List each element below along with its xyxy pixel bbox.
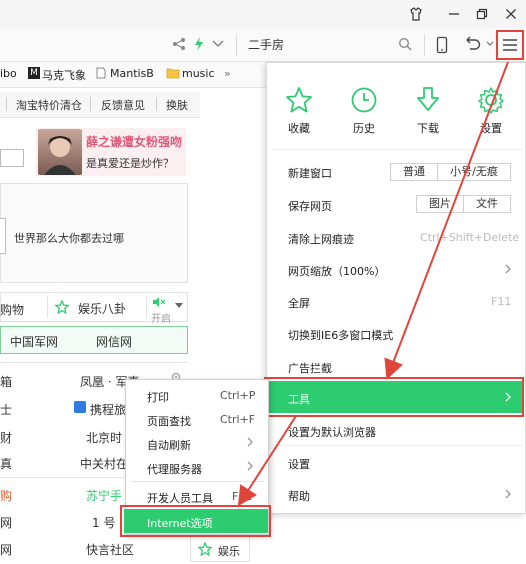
annotation-arrow: [384, 61, 509, 380]
annotation-arrow: [237, 415, 297, 507]
annotation-arrows: [237, 61, 509, 507]
